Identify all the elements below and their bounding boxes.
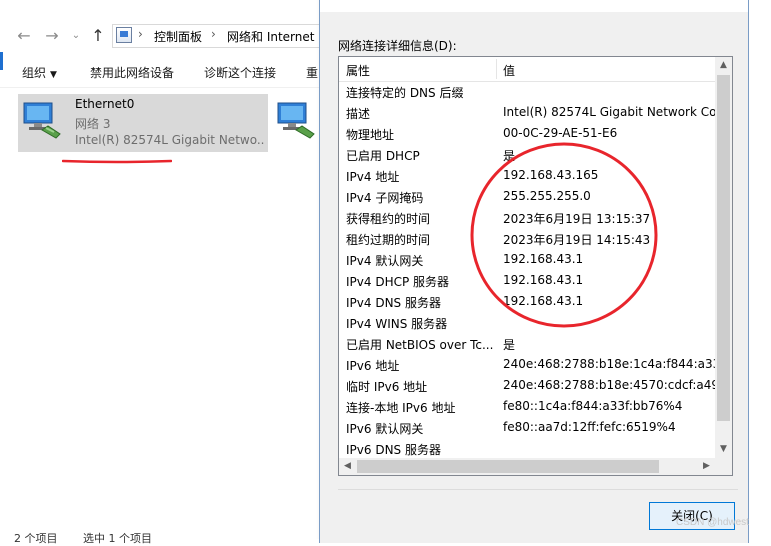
property-cell: IPv6 DNS 服务器	[346, 443, 441, 457]
scroll-right-arrow-icon[interactable]: ▶	[698, 458, 715, 475]
value-cell: fe80::aa7d:12ff:fefc:6519%4	[503, 420, 676, 434]
property-cell: 连接特定的 DNS 后缀	[346, 86, 464, 100]
property-cell: IPv6 地址	[346, 359, 400, 373]
adapter-network: 网络 3	[75, 117, 111, 131]
scroll-down-arrow-icon[interactable]: ▼	[715, 441, 732, 458]
table-row[interactable]: IPv6 DNS 服务器	[339, 438, 717, 459]
value-cell: 00-0C-29-AE-51-E6	[503, 126, 618, 140]
value-cell: 240e:468:2788:b18e:1c4a:f844:a33f:b	[503, 357, 715, 371]
adapter-name: Ethernet0	[75, 97, 135, 111]
details-section-label: 网络连接详细信息(D):	[338, 39, 457, 53]
red-annotation-circle	[470, 142, 658, 328]
column-divider[interactable]	[496, 59, 497, 79]
breadcrumb-chevron-icon[interactable]: ›	[138, 27, 143, 41]
table-row[interactable]: IPv6 默认网关 fe80::aa7d:12ff:fefc:6519%4	[339, 417, 717, 438]
property-cell: 临时 IPv6 地址	[346, 380, 428, 394]
breadcrumb-control-panel[interactable]: 控制面板	[154, 28, 202, 45]
control-panel-icon	[116, 27, 132, 43]
watermark-text: CSDN @hdwest	[676, 517, 749, 528]
value-cell: fe80::1c4a:f844:a33f:bb76%4	[503, 399, 683, 413]
disable-device-button[interactable]: 禁用此网络设备	[90, 64, 174, 81]
horizontal-scroll-thumb[interactable]	[357, 460, 659, 473]
value-cell: 是	[503, 338, 516, 352]
column-header-property[interactable]: 属性	[346, 62, 370, 79]
table-row[interactable]: 临时 IPv6 地址 240e:468:2788:b18e:4570:cdcf:a…	[339, 375, 717, 396]
dialog-title-area	[319, 0, 749, 12]
organize-label: 组织	[22, 66, 47, 80]
dialog-divider	[338, 489, 738, 490]
adapter-device: Intel(R) 82574L Gigabit Netwo...	[75, 133, 265, 147]
scrollbar-corner	[715, 458, 732, 475]
horizontal-scrollbar[interactable]: ◀ ▶	[339, 458, 732, 475]
diagnose-connection-button[interactable]: 诊断这个连接	[204, 64, 276, 81]
scroll-up-arrow-icon[interactable]: ▲	[715, 57, 732, 74]
scroll-left-arrow-icon[interactable]: ◀	[339, 458, 356, 475]
listview-header: 属性 值	[339, 57, 717, 82]
forward-arrow-icon[interactable]: →	[42, 26, 62, 46]
network-adapter-icon	[23, 102, 61, 139]
breadcrumb-network-internet[interactable]: 网络和 Internet	[227, 28, 314, 45]
table-row[interactable]: IPv6 地址 240e:468:2788:b18e:1c4a:f844:a33f…	[339, 354, 717, 375]
table-row[interactable]: 连接-本地 IPv6 地址 fe80::1c4a:f844:a33f:bb76%4	[339, 396, 717, 417]
back-arrow-icon[interactable]: ←	[14, 26, 34, 46]
organize-button[interactable]: 组织 ▼	[22, 64, 57, 81]
table-row[interactable]: 连接特定的 DNS 后缀	[339, 81, 717, 102]
value-cell: 240e:468:2788:b18e:4570:cdcf:a490:a	[503, 378, 715, 392]
breadcrumb-chevron-icon[interactable]: ›	[211, 27, 216, 41]
red-annotation-underline	[62, 159, 172, 164]
property-cell: 描述	[346, 107, 371, 121]
up-arrow-icon[interactable]: ↑	[88, 26, 108, 46]
recent-chevron-icon[interactable]: ⌄	[66, 26, 86, 46]
property-cell: 已启用 NetBIOS over Tc...	[346, 338, 494, 352]
vertical-scrollbar[interactable]: ▲ ▼	[715, 57, 732, 458]
property-cell: 连接-本地 IPv6 地址	[346, 401, 456, 415]
table-row[interactable]: 描述 Intel(R) 82574L Gigabit Network Con	[339, 102, 717, 123]
vertical-scroll-thumb[interactable]	[717, 75, 730, 421]
property-cell: IPv6 默认网关	[346, 422, 424, 436]
value-cell: Intel(R) 82574L Gigabit Network Con	[503, 105, 715, 119]
status-bar: 2 个项目 选中 1 个项目	[14, 530, 174, 546]
table-row[interactable]: 已启用 NetBIOS over Tc... 是	[339, 333, 717, 354]
dropdown-caret-icon: ▼	[50, 70, 57, 80]
column-header-value[interactable]: 值	[503, 62, 515, 79]
network-adapter-icon[interactable]	[276, 100, 316, 140]
